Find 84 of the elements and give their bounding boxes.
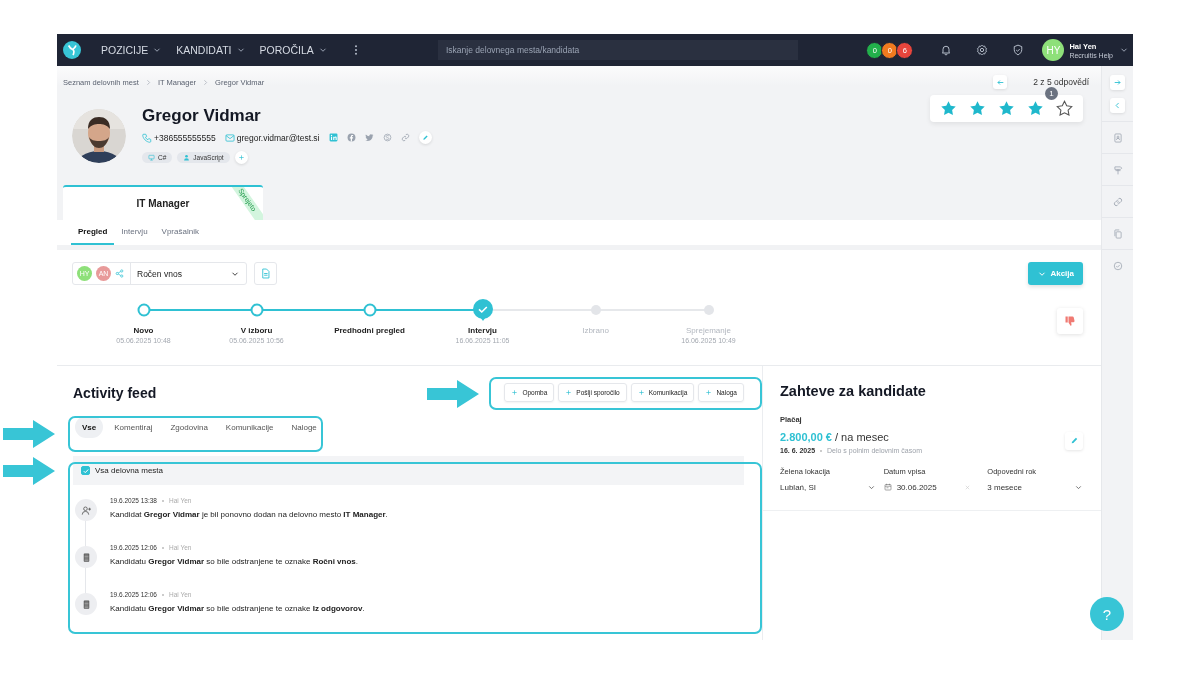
edit-button[interactable] — [418, 131, 432, 144]
filter-tab[interactable]: Vse — [75, 416, 104, 438]
collapse-button[interactable] — [1110, 98, 1125, 113]
step-label: Novo — [133, 326, 154, 335]
logo-icon — [63, 41, 81, 59]
check-icon — [81, 466, 90, 475]
step-label: Intervju — [468, 326, 497, 335]
chevron-icon — [201, 77, 211, 87]
star-icon[interactable] — [1056, 100, 1073, 117]
source-select[interactable]: Ročen vnos — [130, 263, 246, 284]
rating-stars[interactable] — [940, 100, 1073, 117]
previous-button[interactable] — [993, 75, 1008, 89]
salary-amount: 2.800,00 € — [780, 431, 832, 443]
job-title: IT Manager — [136, 198, 190, 209]
step-label: Sprejemanje — [686, 326, 731, 335]
tab[interactable]: Vprašalnik — [154, 220, 206, 245]
step-label: Izbrano — [582, 326, 609, 335]
filter-tab[interactable]: Zgodovina — [163, 416, 215, 438]
filter-tab[interactable]: Komunikacije — [218, 416, 281, 438]
link-icon[interactable] — [400, 133, 410, 142]
step-marker[interactable] — [470, 298, 495, 322]
thumbdown-icon — [1064, 315, 1076, 327]
section-title: Activity feed — [73, 384, 157, 401]
step-label: V izboru — [240, 326, 273, 335]
section-title: Zahteve za kandidate — [780, 383, 927, 399]
step-label: Predhodni pregled — [334, 326, 405, 335]
copy-icon[interactable] — [1112, 228, 1123, 239]
mail-icon — [224, 132, 235, 143]
shield-icon — [1012, 44, 1025, 56]
email-link[interactable]: gregor.vidmar@test.si — [224, 132, 320, 143]
document-button[interactable] — [254, 262, 277, 285]
signpost-icon[interactable] — [1112, 164, 1123, 175]
link-icon[interactable] — [1112, 196, 1123, 207]
candidate-name: Gregor Vidmar — [142, 106, 262, 126]
plus-icon — [237, 154, 245, 161]
event-text: Kandidatu Gregor Vidmar so bile odstranjene te oznake Iz odgovorov. — [110, 604, 365, 613]
event-text: Kandidatu Gregor Vidmar so bile odstranjene te oznake Ročni vnos. — [110, 557, 358, 566]
checkbox-label: Vsa delovna mesta — [95, 466, 164, 475]
count-badge: 1 — [1045, 87, 1058, 100]
select-field[interactable]: 3 mesece — [987, 478, 1083, 496]
monitor-icon — [148, 154, 155, 161]
star-icon[interactable] — [1027, 100, 1044, 117]
notification-icon — [940, 44, 953, 56]
salary-period: / na mesec — [835, 431, 889, 443]
star-icon[interactable] — [940, 100, 957, 117]
edit-button[interactable] — [1065, 431, 1083, 450]
nav-menu[interactable]: KANDIDATI — [176, 44, 246, 56]
reject-button[interactable] — [1057, 308, 1083, 334]
plus-icon — [565, 389, 573, 396]
contact-card-icon[interactable] — [1112, 132, 1123, 143]
add-skill-button[interactable] — [234, 151, 248, 164]
nav-menu[interactable]: POZICIJE — [101, 44, 163, 56]
filter-tab[interactable]: Naloge — [284, 416, 324, 438]
linkedin-icon[interactable] — [328, 133, 338, 142]
tab[interactable]: Pregled — [71, 220, 115, 245]
date-field[interactable]: 30.06.2025 — [883, 478, 980, 496]
clear-icon — [964, 483, 972, 491]
star-icon[interactable] — [969, 100, 986, 117]
check-circle-icon[interactable] — [1112, 260, 1123, 271]
twitter-icon[interactable] — [364, 133, 374, 142]
pager-text: 2 z 5 odpovědí — [1033, 77, 1089, 87]
next-button[interactable] — [1110, 75, 1125, 90]
share-icon — [115, 269, 124, 278]
filter-tab[interactable]: Komentiraj — [107, 416, 160, 438]
person-icon — [183, 154, 191, 161]
tab[interactable]: Intervju — [114, 220, 155, 245]
checkbox[interactable] — [81, 466, 90, 475]
plus-icon — [511, 389, 519, 396]
pencil-icon — [1069, 436, 1079, 445]
phone-icon — [142, 132, 152, 143]
star-icon[interactable] — [998, 100, 1015, 117]
facebook-icon[interactable] — [346, 133, 356, 142]
select-field[interactable]: Lublań, SI — [780, 478, 876, 496]
event-text: Kandidat Gregor Vidmar je bil ponovno dodan na delovno mesto IT Manager. — [110, 510, 388, 519]
nav-menu[interactable]: POROČILA — [259, 44, 328, 56]
phone-link[interactable]: +386555555555 — [142, 132, 216, 143]
plus-icon — [637, 389, 645, 396]
pencil-icon — [421, 134, 429, 141]
skype-icon[interactable] — [382, 133, 392, 142]
search-field[interactable]: Iskanje delovnega mesta/kandidata — [438, 40, 798, 60]
doc-icon — [260, 268, 271, 279]
settings-icon — [976, 44, 989, 56]
plus-icon — [705, 389, 713, 396]
calendar-icon — [883, 483, 892, 491]
